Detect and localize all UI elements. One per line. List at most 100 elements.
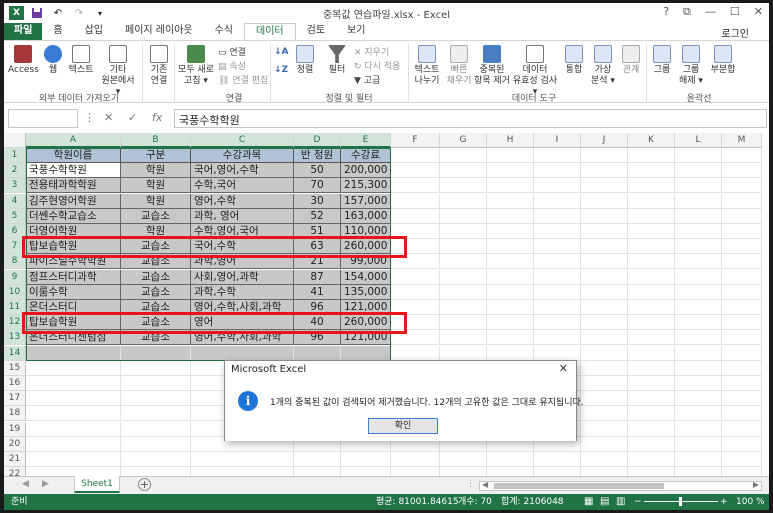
sign-in-link[interactable]: 로그인 (721, 25, 749, 40)
table-cell[interactable]: 51 (294, 224, 341, 239)
cell-l15[interactable] (675, 360, 722, 376)
column-header-m[interactable]: M (722, 133, 762, 148)
what-if-button[interactable]: 가상 분석 ▾ (588, 45, 618, 87)
table-cell[interactable]: 163,000 (341, 208, 391, 224)
row-header-21[interactable]: 21 (4, 452, 26, 467)
row-header-13[interactable]: 13 (4, 330, 26, 346)
table-header-cell[interactable]: 반 정원 (294, 148, 341, 163)
cell-g9[interactable] (440, 269, 487, 285)
cell-j20[interactable] (581, 436, 628, 452)
consolidate-button[interactable]: 통합 (560, 45, 588, 76)
tab-review[interactable]: 검토 (296, 23, 336, 40)
row-header-4[interactable]: 4 (4, 193, 26, 209)
clear-filter-button[interactable]: ✕ 지우기 (354, 45, 389, 58)
zoom-level[interactable]: 100 % (736, 494, 765, 510)
cell-l8[interactable] (675, 254, 722, 270)
table-cell[interactable]: 260,000 (341, 239, 391, 255)
help-button[interactable]: ? (663, 5, 669, 19)
tab-page-layout[interactable]: 페이지 레이아웃 (114, 23, 204, 40)
cell-j8[interactable] (581, 254, 628, 270)
filter-button[interactable]: 필터 (324, 45, 350, 76)
cell-m20[interactable] (722, 436, 762, 452)
table-cell[interactable]: 온더스터디 (26, 300, 121, 315)
sort-button[interactable]: 정렬 (292, 45, 318, 76)
cell-l5[interactable] (675, 208, 722, 224)
cell-k2[interactable] (628, 163, 675, 179)
cell-l22[interactable] (675, 467, 722, 476)
row-header-10[interactable]: 10 (4, 284, 26, 300)
table-cell[interactable]: 영어 (191, 315, 294, 331)
cell-h1[interactable] (487, 148, 534, 163)
cell-l20[interactable] (675, 436, 722, 452)
cell-l4[interactable] (675, 193, 722, 209)
tab-split-icon[interactable]: ⋮ (466, 479, 475, 489)
cell-f8[interactable] (391, 254, 440, 270)
table-cell[interactable]: 200,000 (341, 163, 391, 179)
cell-k16[interactable] (628, 376, 675, 391)
cell-k8[interactable] (628, 254, 675, 270)
table-header-cell[interactable]: 구분 (121, 148, 191, 163)
cell-k3[interactable] (628, 178, 675, 194)
normal-view-icon[interactable]: ▦ (584, 494, 593, 510)
table-cell[interactable]: 국풍수학학원 (26, 163, 121, 179)
table-cell[interactable]: 96 (294, 330, 341, 346)
table-cell[interactable]: 110,000 (341, 224, 391, 239)
cell-f6[interactable] (391, 224, 440, 239)
cell-f4[interactable] (391, 193, 440, 209)
cell-m17[interactable] (722, 391, 762, 407)
table-cell[interactable]: 수학,국어 (191, 178, 294, 194)
close-button[interactable]: ✕ (754, 5, 763, 19)
table-cell[interactable]: 260,000 (341, 315, 391, 331)
cell-k1[interactable] (628, 148, 675, 163)
table-cell[interactable]: 탑보습학원 (26, 239, 121, 255)
cell-h2[interactable] (487, 163, 534, 179)
cell-l6[interactable] (675, 224, 722, 239)
prev-sheet-icon[interactable]: ◀ (22, 479, 29, 489)
cell-f22[interactable] (391, 467, 440, 476)
cell-k19[interactable] (628, 421, 675, 437)
cell-b17[interactable] (121, 391, 191, 407)
cell-k4[interactable] (628, 193, 675, 209)
table-cell[interactable]: 96 (294, 300, 341, 315)
cell-e21[interactable] (341, 452, 391, 467)
table-cell[interactable]: 영어,수학 (191, 193, 294, 209)
cell-l10[interactable] (675, 284, 722, 300)
ribbon-display-button[interactable]: ⧉ (683, 5, 691, 19)
table-cell[interactable]: 영어,수학,사회,과학 (191, 300, 294, 315)
cell-j17[interactable] (581, 391, 628, 407)
cell-m21[interactable] (722, 452, 762, 467)
tab-data[interactable]: 데이터 (244, 23, 296, 40)
row-header-19[interactable]: 19 (4, 421, 26, 437)
cell-g10[interactable] (440, 284, 487, 300)
scroll-left-icon[interactable]: ◀ (482, 480, 488, 489)
cell-f1[interactable] (391, 148, 440, 163)
cell-k17[interactable] (628, 391, 675, 407)
row-header-9[interactable]: 9 (4, 269, 26, 285)
cell-i3[interactable] (534, 178, 581, 194)
row-header-2[interactable]: 2 (4, 163, 26, 179)
cell-h4[interactable] (487, 193, 534, 209)
cell-g12[interactable] (440, 315, 487, 331)
cell-l11[interactable] (675, 300, 722, 315)
cell-c22[interactable] (191, 467, 294, 476)
formula-input[interactable]: 국풍수학학원 (174, 109, 767, 128)
access-button[interactable]: Access (8, 45, 39, 76)
page-break-view-icon[interactable]: ▥ (616, 494, 625, 510)
cell-l1[interactable] (675, 148, 722, 163)
zoom-out-icon[interactable]: − (634, 494, 642, 510)
cell-k21[interactable] (628, 452, 675, 467)
table-cell[interactable]: 탑보습학원 (26, 315, 121, 331)
column-header-b[interactable]: B (121, 133, 191, 148)
cell-m5[interactable] (722, 208, 762, 224)
cell-j12[interactable] (581, 315, 628, 331)
cell-f2[interactable] (391, 163, 440, 179)
cancel-icon[interactable]: ✕ (104, 111, 113, 124)
tab-home[interactable]: 홈 (42, 23, 73, 40)
table-cell[interactable]: 국어,영어,수학 (191, 163, 294, 179)
cell-l19[interactable] (675, 421, 722, 437)
cell-f7[interactable] (391, 239, 440, 255)
cell-g3[interactable] (440, 178, 487, 194)
cell-h11[interactable] (487, 300, 534, 315)
table-cell[interactable]: 전용태과학학원 (26, 178, 121, 194)
cell-h14[interactable] (487, 345, 534, 361)
